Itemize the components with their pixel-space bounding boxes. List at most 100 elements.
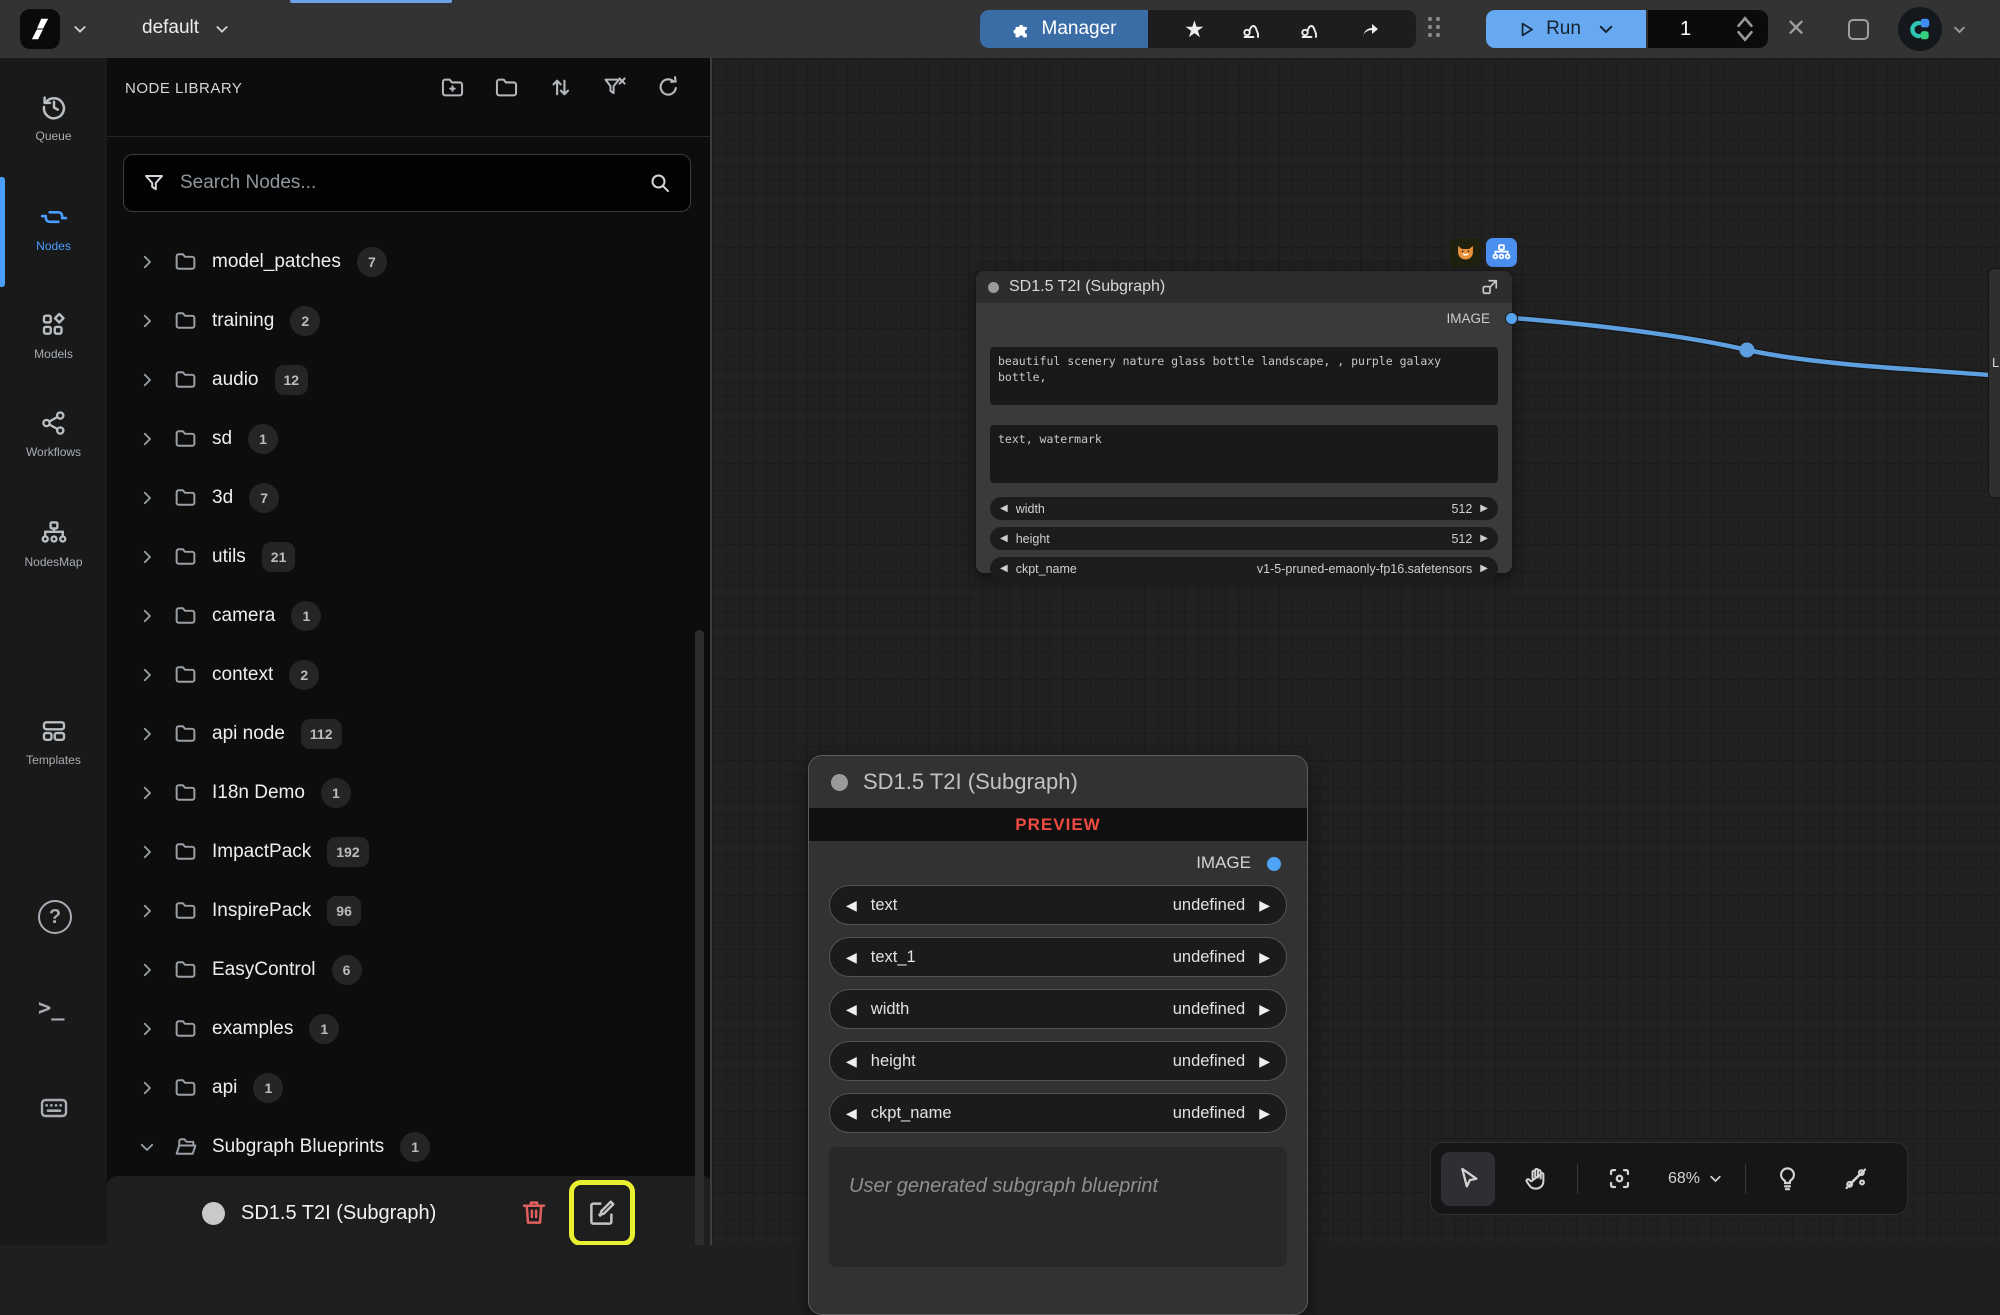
subgraph-node[interactable]: SD1.5 T2I (Subgraph) IMAGE beautiful sce… xyxy=(975,270,1513,574)
widget-row-width[interactable]: ◀width512▶ xyxy=(990,497,1498,520)
decrement-arrow-icon[interactable]: ◀ xyxy=(1000,504,1008,514)
sidebar-item-nodes[interactable]: Nodes xyxy=(0,202,107,253)
decrement-arrow-icon[interactable]: ◀ xyxy=(846,1106,857,1120)
workflow-tab-label[interactable]: default xyxy=(142,17,199,39)
tree-folder-row[interactable]: ImpactPack192 xyxy=(107,822,712,881)
close-icon[interactable]: ✕ xyxy=(1784,17,1808,41)
keyboard-shortcuts-icon[interactable] xyxy=(38,1092,70,1124)
toolbar-drag-handle[interactable] xyxy=(1428,17,1444,41)
increment-arrow-icon[interactable]: ▶ xyxy=(1259,898,1270,912)
manager-button[interactable]: Manager xyxy=(980,10,1148,48)
vacuum-clean-icon[interactable] xyxy=(1241,17,1265,41)
filter-off-icon[interactable] xyxy=(601,74,628,101)
tree-folder-row[interactable]: sd1 xyxy=(107,409,712,468)
tree-folder-row[interactable]: EasyControl6 xyxy=(107,940,712,999)
increment-arrow-icon[interactable]: ▶ xyxy=(1480,504,1488,514)
fox-badge-icon[interactable] xyxy=(1450,238,1481,267)
decrement-count-icon[interactable] xyxy=(1732,29,1758,44)
batch-count-stepper[interactable]: 1 xyxy=(1648,10,1768,48)
comfyui-logo-button[interactable] xyxy=(20,9,60,49)
tree-folder-row[interactable]: api1 xyxy=(107,1058,712,1117)
toggle-minimap-lightbulb-button[interactable] xyxy=(1760,1152,1814,1206)
widget-row-height[interactable]: ◀height512▶ xyxy=(990,527,1498,550)
pan-tool-button[interactable] xyxy=(1509,1152,1563,1206)
sort-icon[interactable] xyxy=(547,74,574,101)
new-folder-icon[interactable] xyxy=(439,74,466,101)
stop-icon[interactable] xyxy=(1848,19,1869,40)
sidebar-item-queue[interactable]: Queue xyxy=(0,92,107,143)
negative-prompt-textarea[interactable]: text, watermark xyxy=(990,425,1498,483)
increment-arrow-icon[interactable]: ▶ xyxy=(1259,1106,1270,1120)
help-icon[interactable]: ? xyxy=(38,900,72,934)
widget-row-text_1[interactable]: ◀text_1undefined▶ xyxy=(829,937,1287,977)
tree-folder-row[interactable]: Subgraph Blueprints1 xyxy=(107,1117,712,1176)
widget-row-ckpt_name[interactable]: ◀ckpt_nameundefined▶ xyxy=(829,1093,1287,1133)
zoom-selector[interactable]: 68% xyxy=(1660,1170,1731,1188)
folder-icon[interactable] xyxy=(493,74,520,101)
increment-arrow-icon[interactable]: ▶ xyxy=(1259,1054,1270,1068)
select-tool-button[interactable] xyxy=(1441,1152,1495,1206)
sidebar-item-nodesmap[interactable]: NodesMap xyxy=(0,518,107,569)
logo-chevron-down-icon[interactable] xyxy=(72,21,88,37)
preview-node-header[interactable]: SD1.5 T2I (Subgraph) xyxy=(809,756,1307,808)
sidebar-item-templates[interactable]: Templates xyxy=(0,716,107,767)
tree-folder-row[interactable]: training2 xyxy=(107,291,712,350)
run-button[interactable]: Run xyxy=(1486,10,1646,48)
widget-row-height[interactable]: ◀heightundefined▶ xyxy=(829,1041,1287,1081)
tree-folder-row[interactable]: 3d7 xyxy=(107,468,712,527)
tree-folder-row[interactable]: model_patches7 xyxy=(107,232,712,291)
sidebar-item-workflows[interactable]: Workflows xyxy=(0,408,107,459)
panel-scrollbar[interactable] xyxy=(695,630,704,1245)
blueprint-preview-node[interactable]: SD1.5 T2I (Subgraph) PREVIEW IMAGE ◀text… xyxy=(808,755,1308,1315)
decrement-arrow-icon[interactable]: ◀ xyxy=(1000,534,1008,544)
avatar-chevron-down-icon[interactable] xyxy=(1952,22,1967,37)
tree-folder-row[interactable]: audio12 xyxy=(107,350,712,409)
delete-blueprint-icon[interactable] xyxy=(519,1196,549,1228)
tree-folder-row[interactable]: InspirePack96 xyxy=(107,881,712,940)
share-arrow-icon[interactable] xyxy=(1358,17,1382,41)
widget-value: undefined xyxy=(1173,1104,1246,1123)
toggle-links-visibility-button[interactable] xyxy=(1828,1152,1882,1206)
widget-row-width[interactable]: ◀widthundefined▶ xyxy=(829,989,1287,1029)
sidebar-item-label: Queue xyxy=(35,129,71,143)
run-options-chevron-icon[interactable] xyxy=(1597,20,1615,38)
decrement-arrow-icon[interactable]: ◀ xyxy=(1000,564,1008,574)
vacuum-clean-alt-icon[interactable] xyxy=(1299,17,1323,41)
tree-folder-row[interactable]: examples1 xyxy=(107,999,712,1058)
tree-folder-row[interactable]: I18n Demo1 xyxy=(107,763,712,822)
graph-canvas[interactable]: SD1.5 T2I (Subgraph) IMAGE beautiful sce… xyxy=(712,58,2000,1245)
edit-blueprint-icon[interactable] xyxy=(587,1198,617,1228)
refresh-icon[interactable] xyxy=(655,74,682,101)
decrement-arrow-icon[interactable]: ◀ xyxy=(846,950,857,964)
sidebar-item-models[interactable]: Models xyxy=(0,310,107,361)
increment-arrow-icon[interactable]: ▶ xyxy=(1480,534,1488,544)
fit-view-button[interactable] xyxy=(1592,1152,1646,1206)
positive-prompt-textarea[interactable]: beautiful scenery nature glass bottle la… xyxy=(990,347,1498,405)
star-icon[interactable]: ★ xyxy=(1182,17,1206,41)
subgraph-badge-icon[interactable] xyxy=(1486,238,1517,267)
blueprint-list-item[interactable]: SD1.5 T2I (Subgraph) xyxy=(107,1176,712,1245)
decrement-arrow-icon[interactable]: ◀ xyxy=(846,1002,857,1016)
tree-folder-row[interactable]: camera1 xyxy=(107,586,712,645)
workflow-chevron-down-icon[interactable] xyxy=(214,21,230,37)
widget-row-ckpt_name[interactable]: ◀ckpt_namev1-5-pruned-emaonly-fp16.safet… xyxy=(990,557,1498,580)
tree-folder-label: I18n Demo xyxy=(212,782,305,804)
decrement-arrow-icon[interactable]: ◀ xyxy=(846,1054,857,1068)
increment-count-icon[interactable] xyxy=(1732,14,1758,29)
image-output-socket[interactable] xyxy=(1505,312,1518,325)
tree-folder-row[interactable]: context2 xyxy=(107,645,712,704)
open-subgraph-icon[interactable] xyxy=(1480,277,1500,297)
tree-folder-row[interactable]: utils21 xyxy=(107,527,712,586)
increment-arrow-icon[interactable]: ▶ xyxy=(1259,1002,1270,1016)
terminal-icon[interactable]: >_ xyxy=(38,996,70,1028)
widget-row-text[interactable]: ◀textundefined▶ xyxy=(829,885,1287,925)
image-output-socket[interactable] xyxy=(1267,857,1281,871)
node-search-box[interactable] xyxy=(123,154,691,212)
increment-arrow-icon[interactable]: ▶ xyxy=(1480,564,1488,574)
increment-arrow-icon[interactable]: ▶ xyxy=(1259,950,1270,964)
node-header[interactable]: SD1.5 T2I (Subgraph) xyxy=(976,271,1512,303)
search-input[interactable] xyxy=(180,172,634,194)
tree-folder-row[interactable]: api node112 xyxy=(107,704,712,763)
decrement-arrow-icon[interactable]: ◀ xyxy=(846,898,857,912)
user-avatar[interactable] xyxy=(1898,7,1942,51)
